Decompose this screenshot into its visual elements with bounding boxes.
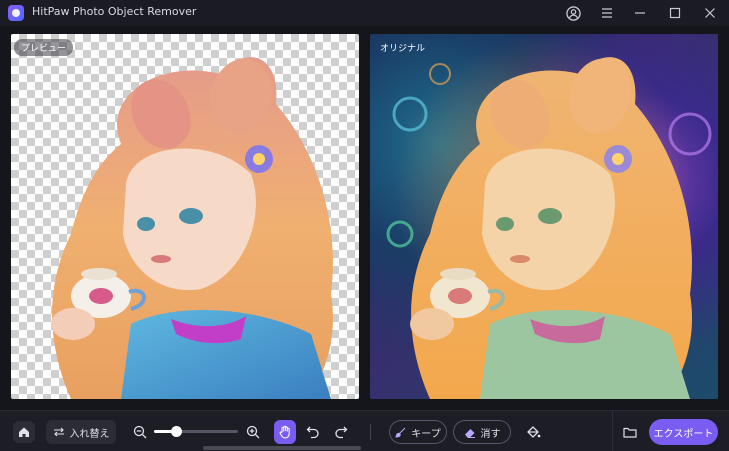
paint-bucket-icon [526, 426, 540, 438]
app-logo-icon [8, 5, 24, 21]
home-button[interactable] [13, 421, 35, 443]
swap-button[interactable]: 入れ替え [46, 420, 116, 444]
zoom-in-button[interactable] [244, 423, 262, 441]
keep-label: キープ [411, 428, 441, 440]
erase-button[interactable]: 消す [453, 420, 511, 444]
erase-label: 消す [480, 428, 501, 440]
title-bar: HitPaw Photo Object Remover [0, 0, 729, 26]
toolbar-vertical-divider [612, 411, 613, 451]
account-icon[interactable] [563, 3, 583, 23]
zoom-slider[interactable] [154, 426, 238, 437]
brush-icon [395, 427, 406, 438]
home-icon [19, 427, 29, 437]
original-label: オリジナル [380, 44, 426, 54]
zoom-slider-knob[interactable] [170, 426, 182, 437]
app-title: HitPaw Photo Object Remover [32, 5, 197, 18]
horizontal-scrollbar[interactable] [203, 446, 361, 450]
preview-image [51, 57, 334, 399]
bottom-toolbar: 入れ替え キープ 消す エクスポート [0, 410, 729, 451]
redo-button[interactable] [332, 423, 350, 441]
undo-button[interactable] [304, 423, 322, 441]
original-pane[interactable]: オリジナル [370, 34, 718, 399]
swap-icon [53, 427, 64, 437]
zoom-out-icon [133, 425, 147, 439]
export-button[interactable]: エクスポート [649, 419, 718, 445]
open-folder-button[interactable] [621, 423, 639, 441]
toolbar-divider [370, 424, 371, 440]
close-icon[interactable] [700, 3, 720, 23]
zoom-in-icon [246, 425, 260, 439]
maximize-icon[interactable] [665, 3, 685, 23]
preview-pane[interactable]: プレビュー [11, 34, 359, 399]
keep-button[interactable]: キープ [389, 420, 447, 444]
redo-icon [335, 426, 348, 439]
folder-icon [623, 427, 637, 438]
original-image [386, 57, 712, 399]
hand-tool-button[interactable] [274, 420, 296, 444]
eraser-icon [464, 428, 475, 438]
zoom-out-button[interactable] [131, 423, 149, 441]
menu-icon[interactable] [597, 3, 617, 23]
preview-label: プレビュー [14, 39, 74, 56]
fill-button[interactable] [524, 423, 542, 441]
swap-label: 入れ替え [69, 428, 110, 440]
hand-icon [279, 425, 290, 439]
undo-icon [306, 426, 319, 439]
minimize-icon[interactable] [630, 3, 650, 23]
